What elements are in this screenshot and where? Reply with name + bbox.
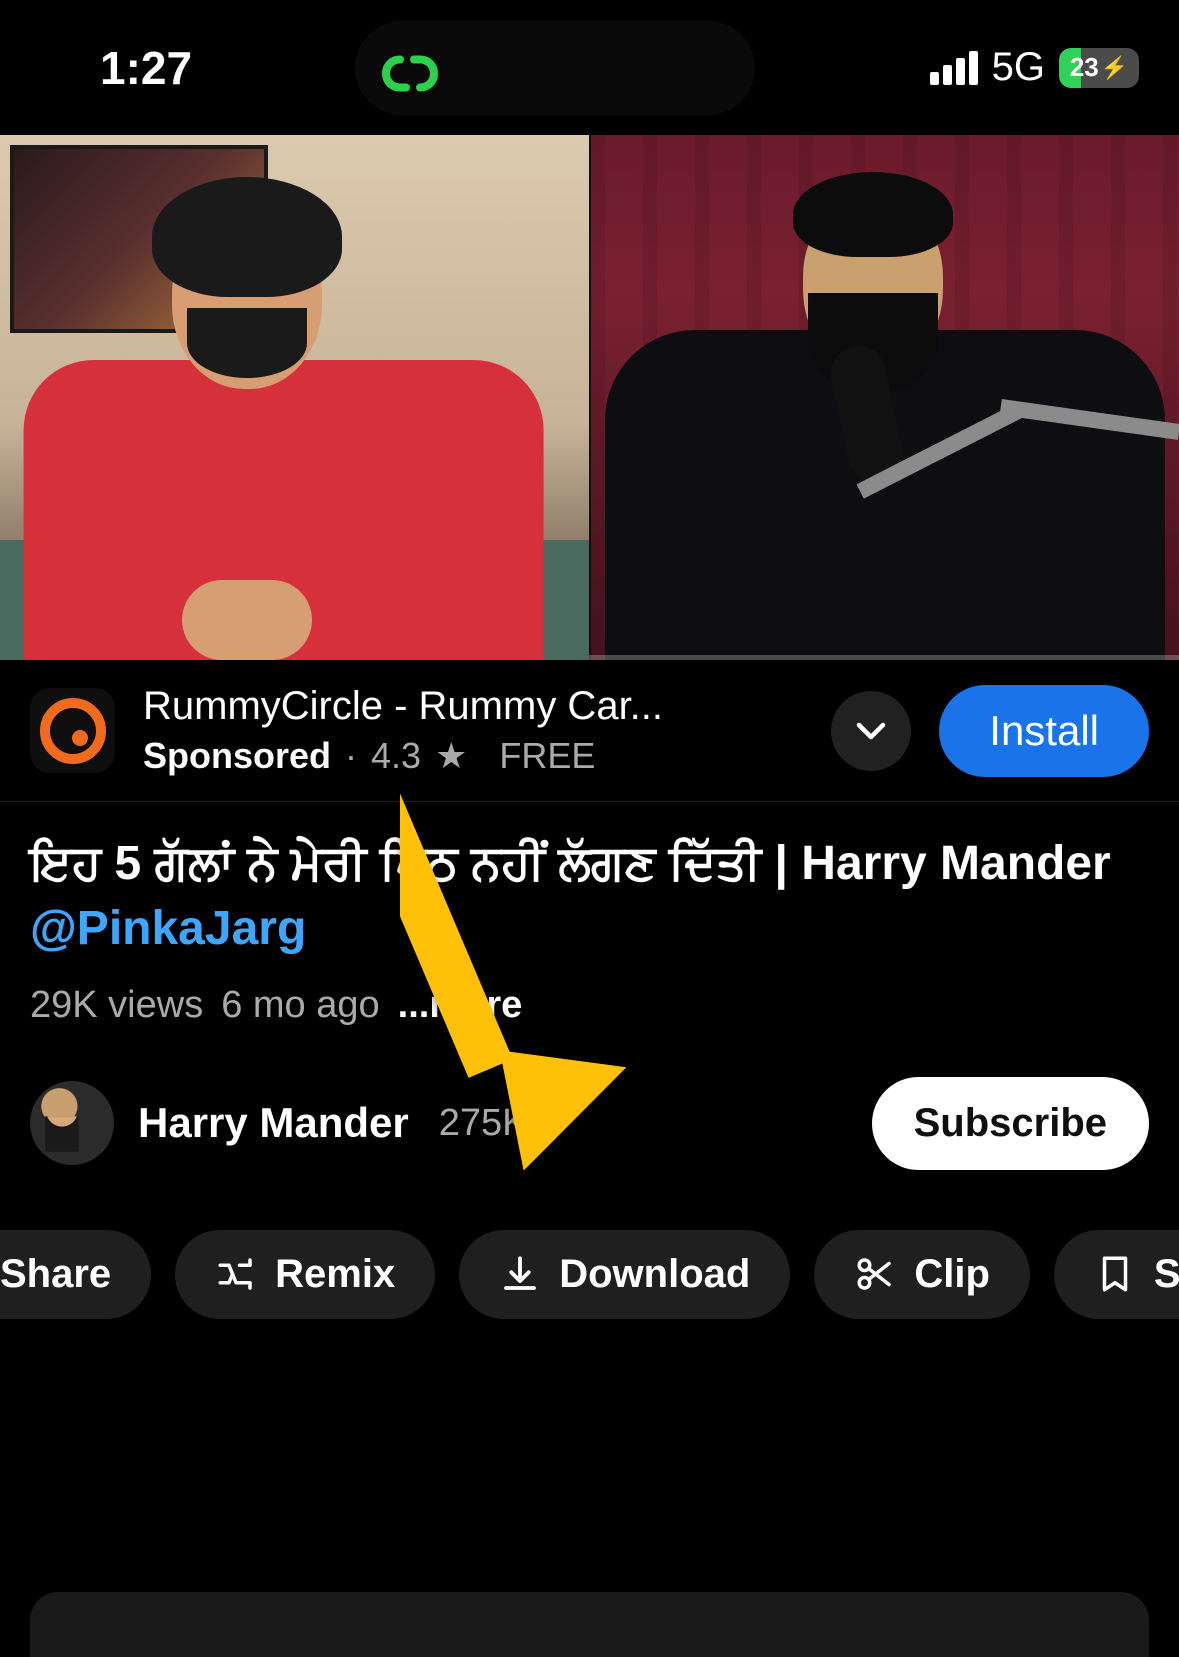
chevron-down-icon [853, 713, 889, 749]
video-frame-left [0, 135, 589, 660]
remix-label: Remix [275, 1252, 395, 1297]
ad-app-icon[interactable] [30, 688, 115, 773]
more-button[interactable]: ...more [398, 984, 523, 1027]
link-icon [380, 38, 440, 98]
dynamic-island[interactable] [355, 20, 755, 115]
share-label: Share [0, 1252, 111, 1297]
title-text: ਇਹ 5 ਗੱਲਾਂ ਨੇ ਮੇਰੀ ਪਿੱਠ ਨਹੀਂ ਲੱਗਣ ਦਿੱਤੀ … [30, 837, 1111, 890]
channel-row[interactable]: Harry Mander 275K Subscribe [0, 1077, 1179, 1170]
channel-subs: 275K [439, 1102, 528, 1145]
status-time: 1:27 [100, 41, 192, 95]
channel-name[interactable]: Harry Mander [138, 1099, 409, 1147]
ad-expand-button[interactable] [831, 691, 911, 771]
ad-rating: 4.3 [371, 735, 421, 777]
clip-button[interactable]: Clip [814, 1230, 1030, 1319]
video-player[interactable] [0, 135, 1179, 660]
clip-label: Clip [914, 1252, 990, 1297]
video-info[interactable]: ਇਹ 5 ਗੱਲਾਂ ਨੇ ਮੇਰੀ ਪਿੱਠ ਨਹੀਂ ਲੱਗਣ ਦਿੱਤੀ … [0, 802, 1179, 1027]
view-count: 29K views [30, 984, 203, 1027]
remix-icon [215, 1253, 257, 1295]
share-button[interactable]: Share [0, 1230, 151, 1319]
install-button[interactable]: Install [939, 685, 1149, 777]
ad-price: FREE [499, 735, 595, 777]
subscribe-button[interactable]: Subscribe [872, 1077, 1149, 1170]
ad-title: RummyCircle - Rummy Car... [143, 684, 803, 729]
download-button[interactable]: Download [459, 1230, 790, 1319]
dot-separator: · [345, 735, 357, 777]
save-button[interactable]: Save [1054, 1230, 1179, 1319]
video-frame-right [591, 135, 1179, 660]
battery-percent: 23 [1070, 52, 1099, 83]
scissors-icon [854, 1253, 896, 1295]
signal-icon [930, 51, 978, 85]
title-mention[interactable]: @PinkaJarg [30, 902, 306, 955]
star-icon: ★ [435, 735, 467, 777]
status-right: 5G 23⚡ [930, 45, 1139, 90]
ad-text[interactable]: RummyCircle - Rummy Car... Sponsored · 4… [143, 684, 803, 777]
download-icon [499, 1253, 541, 1295]
download-label: Download [559, 1252, 750, 1297]
next-section-peek[interactable] [30, 1592, 1149, 1657]
bolt-icon: ⚡ [1101, 55, 1128, 81]
bookmark-icon [1094, 1253, 1136, 1295]
rummycircle-icon [40, 698, 106, 764]
network-label: 5G [992, 45, 1045, 90]
sponsored-ad-bar[interactable]: RummyCircle - Rummy Car... Sponsored · 4… [0, 660, 1179, 802]
channel-avatar[interactable] [30, 1081, 114, 1165]
remix-button[interactable]: Remix [175, 1230, 435, 1319]
battery-icon: 23⚡ [1059, 48, 1139, 88]
video-meta[interactable]: 29K views 6 mo ago ...more [30, 984, 1149, 1027]
save-label: Save [1154, 1252, 1179, 1297]
action-chip-row[interactable]: Share Remix Download Clip Save [0, 1230, 1179, 1319]
video-title[interactable]: ਇਹ 5 ਗੱਲਾਂ ਨੇ ਮੇਰੀ ਪਿੱਠ ਨਹੀਂ ਲੱਗਣ ਦਿੱਤੀ … [30, 832, 1149, 962]
video-age: 6 mo ago [221, 984, 379, 1027]
sponsored-label: Sponsored [143, 735, 331, 777]
status-bar: 1:27 5G 23⚡ [0, 0, 1179, 135]
